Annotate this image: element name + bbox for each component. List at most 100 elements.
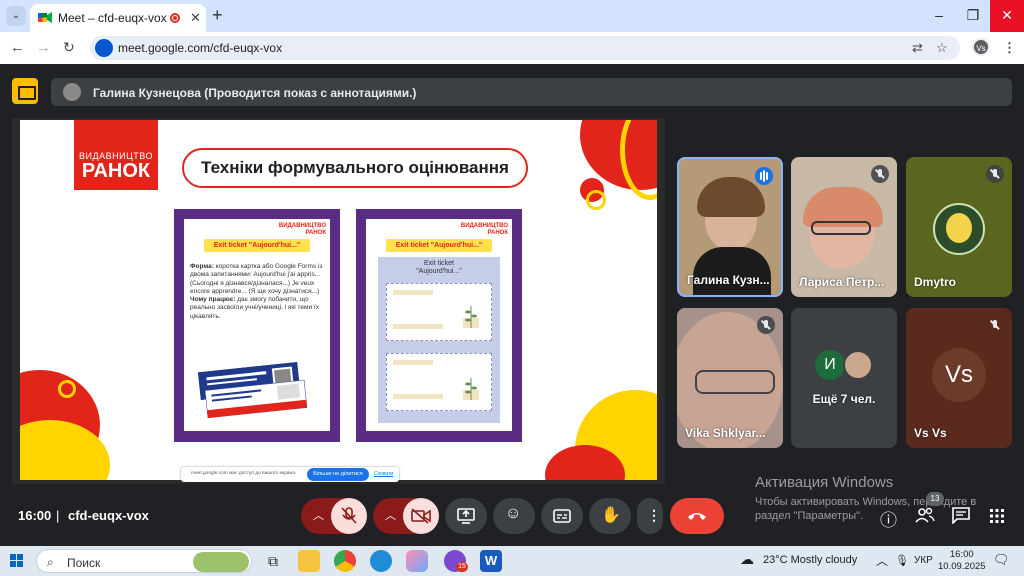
camera-off-button[interactable] xyxy=(403,498,439,534)
weather-icon[interactable]: ☁ xyxy=(740,551,754,568)
more-participants-tile[interactable]: И Ещё 7 чел. xyxy=(791,308,897,448)
people-icon[interactable] xyxy=(915,507,935,523)
tab-search-dropdown-icon[interactable]: ⌄ xyxy=(6,6,26,26)
ticket-line xyxy=(393,290,433,295)
language-indicator[interactable]: УКР xyxy=(914,555,933,566)
edge-icon[interactable] xyxy=(370,550,392,572)
search-label: Поиск xyxy=(67,556,101,570)
activities-grid-icon[interactable] xyxy=(989,508,1005,524)
present-screen-button[interactable] xyxy=(445,498,487,534)
more-options-button[interactable]: ⋮ xyxy=(637,498,663,534)
meeting-clock: 16:00 xyxy=(18,508,52,523)
decor-yellow-dot-ring xyxy=(586,190,606,210)
windows-taskbar: ⌕ Поиск ⧉ 15 W ☁ 23°C Mostly cloudy ︿ 🎙 … xyxy=(0,546,1024,576)
slide-title: Техніки формувального оцінювання xyxy=(182,148,528,188)
hide-notice-link[interactable]: Сховати xyxy=(374,471,393,477)
profile-avatar[interactable]: Vs xyxy=(972,38,990,56)
presentation-icon[interactable] xyxy=(12,78,38,104)
leave-call-button[interactable] xyxy=(670,498,724,534)
close-window-button[interactable]: ✕ xyxy=(990,0,1024,32)
translate-icon[interactable]: ⇄ xyxy=(912,40,923,56)
tab-meet[interactable]: Meet – cfd-euqx-vox ✕ xyxy=(30,4,206,32)
meet-logo-icon xyxy=(38,12,52,23)
bookmark-star-icon[interactable]: ☆ xyxy=(936,40,948,56)
notifications-icon[interactable]: 🗨 xyxy=(993,552,1010,568)
minimize-button[interactable]: – xyxy=(922,0,956,32)
card-right-mini-logo: ВИДАВНИЦТВО РАНОК xyxy=(460,223,508,236)
participant-tile[interactable]: Vs Vs Vs xyxy=(906,308,1012,448)
participant-avatar-photo xyxy=(843,350,873,380)
tab-title: Meet – cfd-euqx-vox xyxy=(58,11,167,25)
ticket-line xyxy=(393,394,443,399)
presentation-slide: ВИДАВНИЦТВО РАНОК Техніки формувального … xyxy=(20,120,657,480)
share-notice-text: meet.google.com має доступ до вашого екр… xyxy=(191,471,297,476)
weather-text[interactable]: 23°C Mostly cloudy xyxy=(763,554,857,566)
screen-share-notice: meet.google.com має доступ до вашого екр… xyxy=(181,467,399,482)
form-label: Форма: xyxy=(190,263,214,270)
search-icon: ⌕ xyxy=(47,555,54,569)
participant-tile[interactable]: Dmytro xyxy=(906,157,1012,297)
chat-icon[interactable] xyxy=(952,507,970,524)
chrome-icon[interactable] xyxy=(334,550,356,572)
taskbar-time: 16:00 xyxy=(949,549,974,560)
presenter-banner: Галина Кузнецова (Проводится показ с анн… xyxy=(51,78,1012,106)
presenter-banner-text: Галина Кузнецова (Проводится показ с анн… xyxy=(93,86,417,100)
raise-hand-button[interactable]: ✋ xyxy=(589,498,631,534)
camera-options-chevron-icon[interactable]: ︿ xyxy=(385,507,396,523)
tray-overflow-chevron-icon[interactable]: ︿ xyxy=(876,552,888,569)
more-participants-label: Ещё 7 чел. xyxy=(812,392,876,406)
card-left-mini-logo: ВИДАВНИЦТВО РАНОК xyxy=(278,223,326,236)
file-explorer-icon[interactable] xyxy=(298,550,320,572)
reactions-button[interactable]: ☺ xyxy=(493,498,535,534)
word-icon[interactable]: W xyxy=(480,550,502,572)
activation-line2: раздел "Параметры". xyxy=(755,510,864,522)
mic-tray-icon[interactable]: 🎙 xyxy=(895,554,909,567)
hangup-icon xyxy=(688,513,706,520)
taskbar-date: 10.09.2025 xyxy=(938,561,986,572)
search-highlight-art xyxy=(193,552,249,572)
recording-indicator-icon xyxy=(170,13,180,23)
mic-off-button[interactable] xyxy=(331,498,367,534)
mic-control: ︿ xyxy=(301,498,367,534)
captions-button[interactable] xyxy=(541,498,583,534)
mic-options-chevron-icon[interactable]: ︿ xyxy=(313,507,324,523)
app-badge: 15 xyxy=(456,562,468,572)
meeting-info-icon[interactable]: ⓘ xyxy=(880,506,897,531)
muted-mic-icon xyxy=(986,165,1004,183)
address-bar[interactable]: meet.google.com/cfd-euqx-vox xyxy=(90,36,960,60)
camera-control: ︿ xyxy=(373,498,439,534)
maximize-button[interactable]: ❐ xyxy=(956,0,990,32)
tab-close-icon[interactable]: ✕ xyxy=(190,10,201,26)
participant-name: Vs Vs xyxy=(914,426,947,440)
participant-tile[interactable]: Vika Shklyar... xyxy=(677,308,783,448)
stop-sharing-button[interactable]: Більше не ділитися xyxy=(307,468,369,481)
muted-mic-icon xyxy=(986,316,1004,334)
copilot-icon[interactable] xyxy=(406,550,428,572)
card-right-pill: Exit ticket "Aujourd'hui..." xyxy=(386,239,492,252)
card-right-inner: ВИДАВНИЦТВО РАНОК Exit ticket "Aujourd'h… xyxy=(366,219,512,431)
activation-title: Активация Windows xyxy=(755,474,894,491)
slide-card-right: ВИДАВНИЦТВО РАНОК Exit ticket "Aujourd'h… xyxy=(356,209,522,442)
exit-ticket-panel: Exit ticket "Aujourd'hui..." xyxy=(378,257,500,423)
participant-tile[interactable]: Лариса Петр... xyxy=(791,157,897,297)
hand-icon: ✋ xyxy=(601,507,621,524)
task-view-icon[interactable]: ⧉ xyxy=(262,550,284,572)
why-label: Чому працює: xyxy=(190,296,236,304)
menu-kebab-icon[interactable]: ⋮ xyxy=(1003,40,1016,56)
decor-small-ring xyxy=(58,380,76,398)
ticket-line xyxy=(393,324,443,329)
present-screen-icon xyxy=(457,508,475,524)
browser-toolbar: ← → ↻ meet.google.com/cfd-euqx-vox ⇄ ☆ V… xyxy=(0,32,1024,64)
site-info-icon[interactable] xyxy=(95,39,113,57)
windows-start-icon[interactable] xyxy=(10,554,24,568)
taskbar-search[interactable]: ⌕ Поиск xyxy=(36,549,252,573)
url-text: meet.google.com/cfd-euqx-vox xyxy=(118,41,283,55)
reload-icon[interactable]: ↻ xyxy=(63,39,75,56)
more-vert-icon: ⋮ xyxy=(647,507,661,523)
taskbar-clock[interactable]: 16:00 10.09.2025 xyxy=(938,549,986,573)
forward-icon[interactable]: → xyxy=(36,39,51,56)
participant-tile[interactable]: Галина Кузн... xyxy=(677,157,783,297)
new-tab-button[interactable]: + xyxy=(212,5,223,26)
leaf-icon xyxy=(463,378,479,400)
back-icon[interactable]: ← xyxy=(10,39,25,56)
